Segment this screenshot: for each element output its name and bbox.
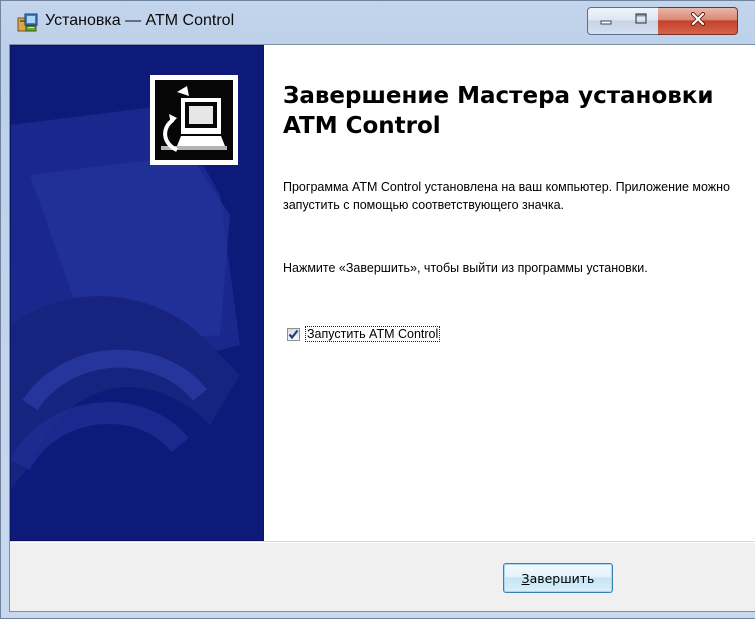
wizard-content-panel: Завершение Мастера установки ATM Control… (264, 45, 755, 541)
title-bar[interactable]: Установка — ATM Control (1, 1, 755, 44)
footer-separator (10, 541, 755, 543)
minimize-icon (599, 12, 613, 30)
close-button[interactable] (658, 7, 738, 35)
computer-install-icon (155, 80, 233, 160)
launch-app-label[interactable]: Запустить ATM Control (304, 326, 441, 342)
launch-app-option[interactable]: Запустить ATM Control (287, 326, 441, 342)
finish-button[interactable]: Завершить (503, 563, 613, 593)
wizard-heading: Завершение Мастера установки ATM Control (283, 83, 714, 139)
finish-button-accel: З (521, 570, 530, 586)
wizard-side-banner (10, 45, 264, 541)
exit-instruction: Нажмите «Завершить», чтобы выйти из прог… (283, 261, 648, 275)
wizard-client-area: Завершение Мастера установки ATM Control… (9, 44, 755, 612)
minimize-button[interactable] (587, 7, 624, 35)
completion-message: Программа ATM Control установлена на ваш… (283, 180, 731, 212)
maximize-icon (634, 12, 648, 30)
launch-app-checkbox[interactable] (287, 327, 300, 341)
finish-button-label: авершить (529, 570, 595, 586)
wizard-logo (150, 75, 238, 165)
checkmark-icon (288, 329, 299, 339)
maximize-button[interactable] (623, 7, 659, 35)
window-title: Установка — ATM Control (45, 12, 235, 29)
setup-installer-icon[interactable] (17, 11, 39, 33)
installer-window: Установка — ATM Control Завершение Масте… (0, 0, 755, 619)
close-icon (690, 11, 706, 31)
